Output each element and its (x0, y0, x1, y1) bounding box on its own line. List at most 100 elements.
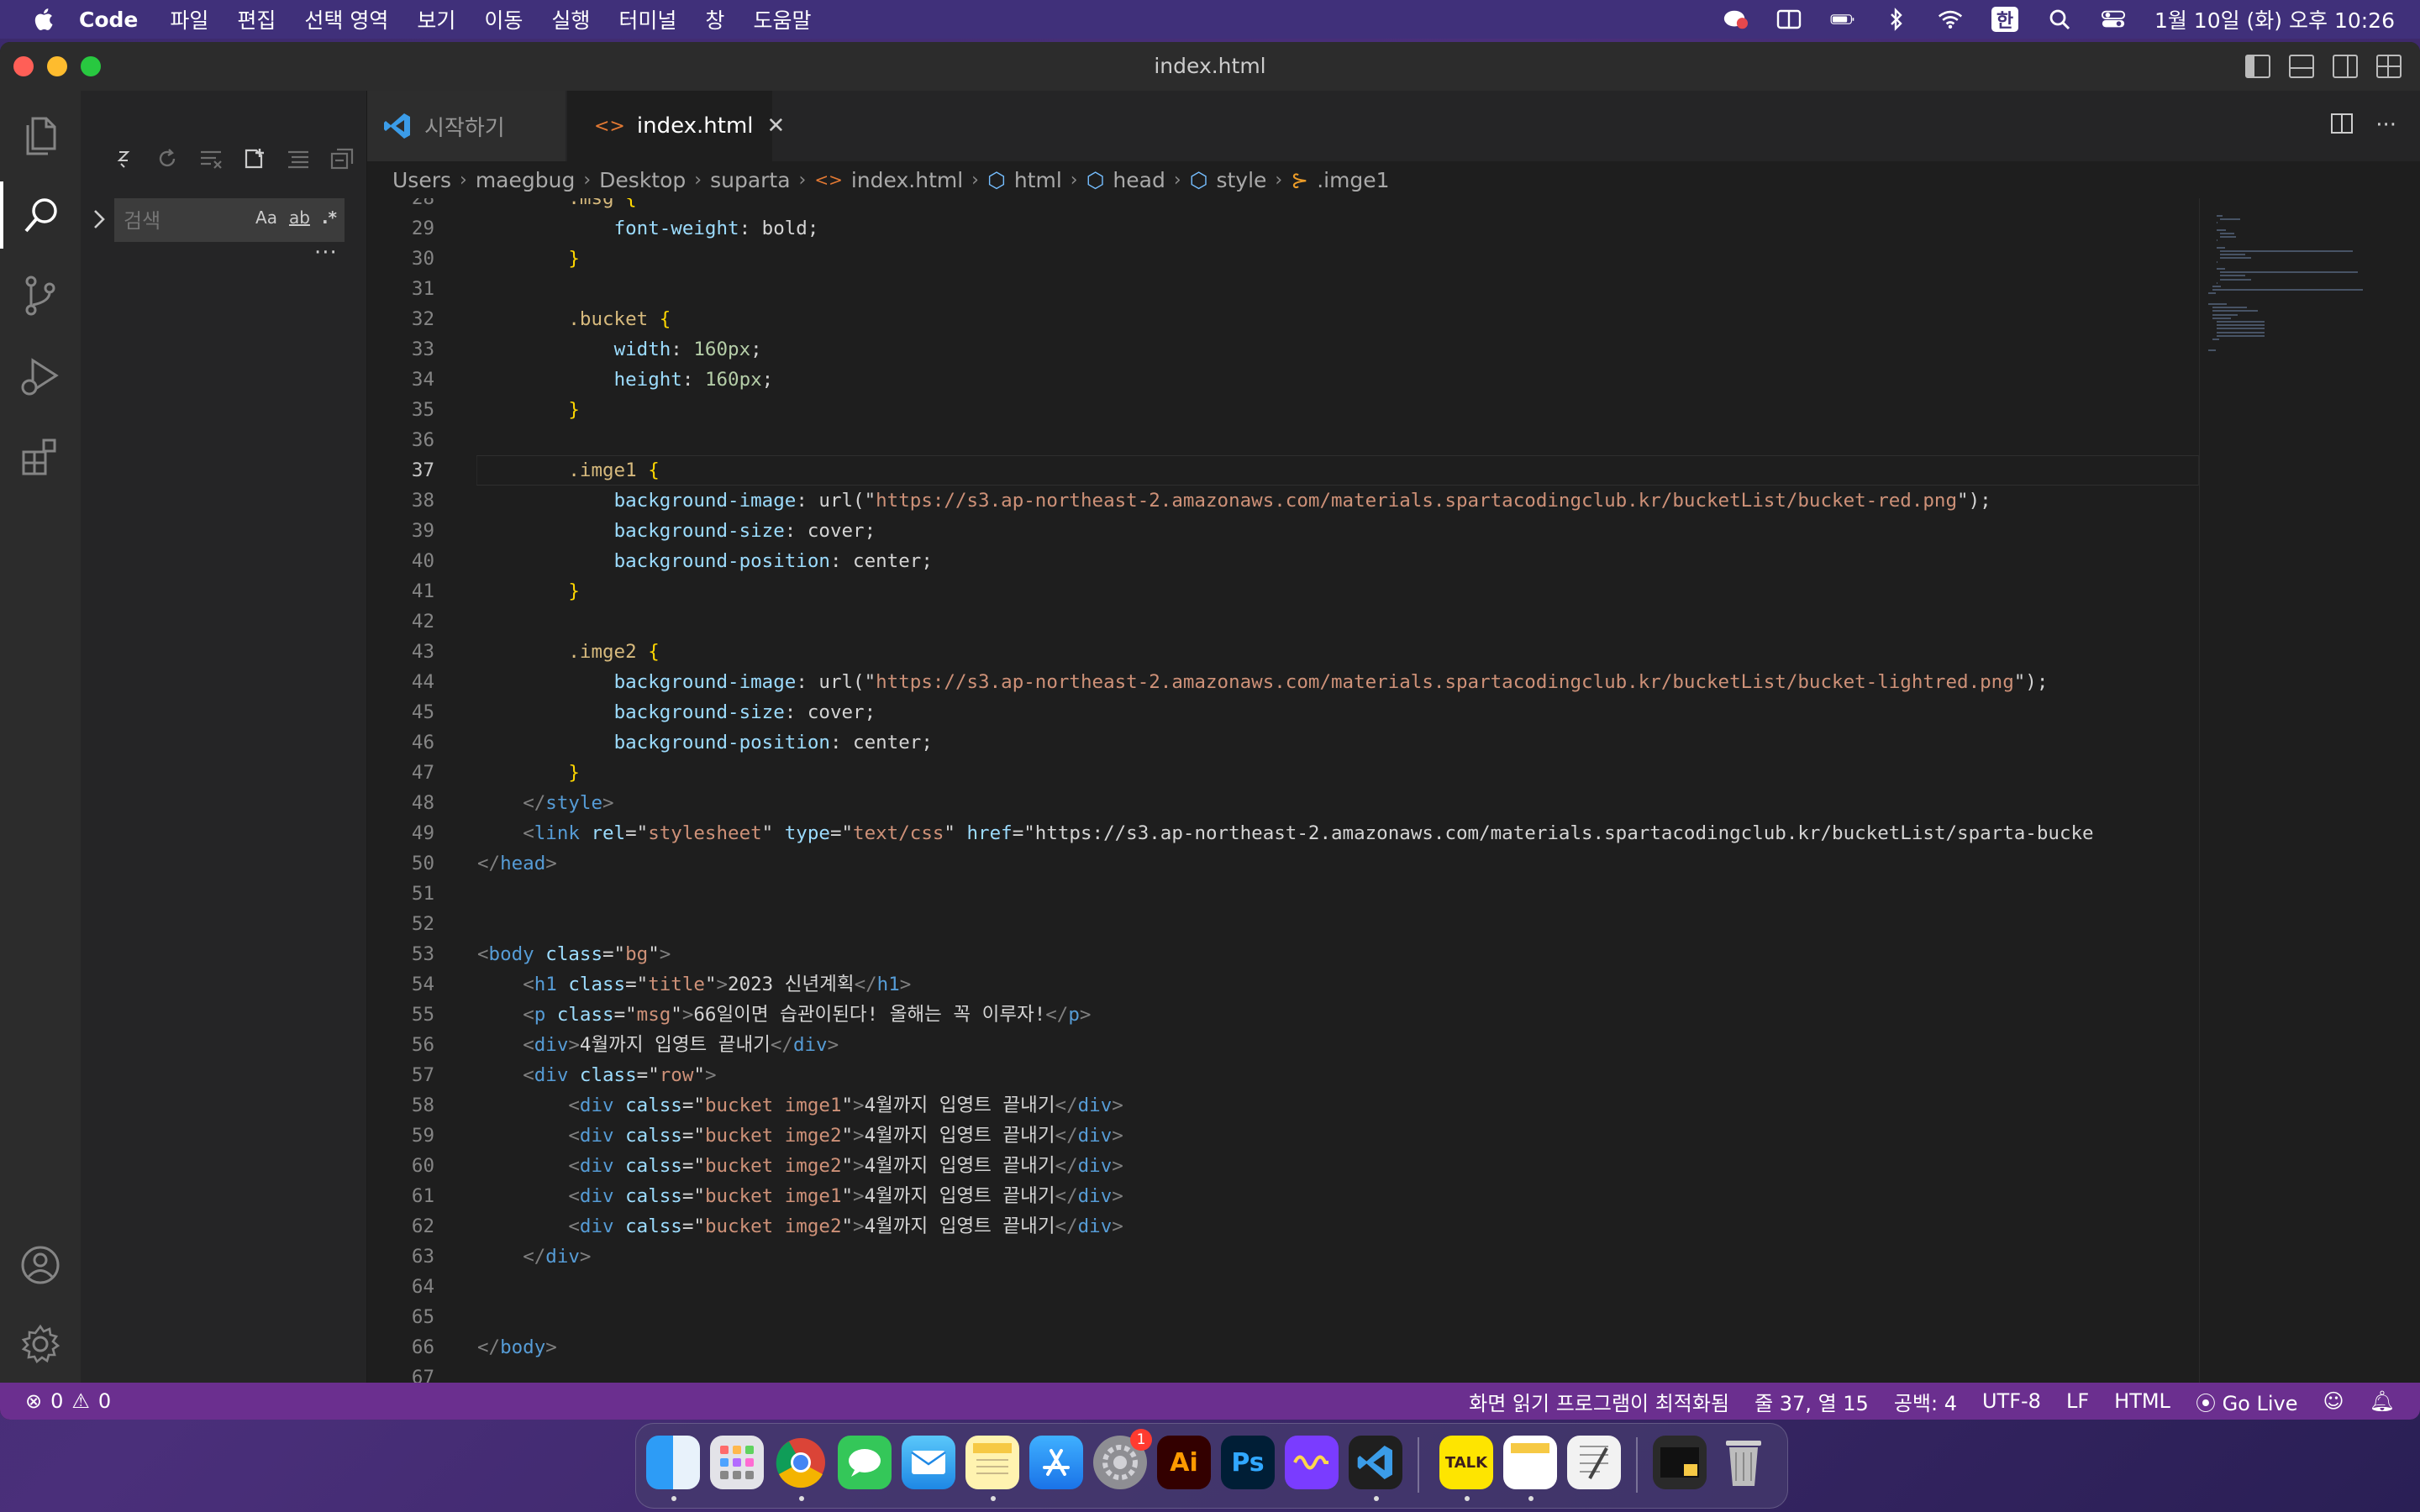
kakaotalk-icon[interactable]: TALK (1439, 1436, 1493, 1489)
close-tab-icon[interactable]: ✕ (767, 113, 786, 139)
breadcrumb-item[interactable]: head (1113, 168, 1165, 192)
split-editor-icon[interactable] (2330, 113, 2354, 140)
code-line[interactable]: 33 width: 160px; (367, 334, 2199, 365)
code-line[interactable]: 40 background-position: center; (367, 546, 2199, 576)
tab-index-html[interactable]: <> index.html ✕ (567, 91, 785, 161)
code-line[interactable]: 41 } (367, 576, 2199, 606)
display-icon[interactable] (1776, 8, 1802, 30)
vscode-dock-icon[interactable] (1349, 1436, 1402, 1489)
code-line[interactable]: 46 background-position: center; (367, 727, 2199, 758)
breadcrumb-item[interactable]: suparta (710, 168, 790, 192)
code-line[interactable]: 28 .msg { (367, 198, 2199, 213)
code-line[interactable]: 29 font-weight: bold; (367, 213, 2199, 244)
code-line[interactable]: 43 .imge2 { (367, 637, 2199, 667)
spotlight-search-icon[interactable] (2047, 8, 2072, 30)
menu-selection[interactable]: 선택 영역 (304, 4, 388, 34)
toggle-search-details-button[interactable]: ··· (314, 240, 338, 265)
code-line[interactable]: 38 background-image: url("https://s3.ap-… (367, 486, 2199, 516)
menu-window[interactable]: 창 (705, 4, 724, 34)
menu-file[interactable]: 파일 (170, 4, 208, 34)
language-mode[interactable]: HTML (2114, 1389, 2170, 1413)
code-line[interactable]: 36 (367, 425, 2199, 455)
breadcrumb-item[interactable]: html (1014, 168, 1062, 192)
code-line[interactable]: 48 </style> (367, 788, 2199, 818)
breadcrumb-item[interactable]: .imge1 (1317, 168, 1389, 192)
cursor-position[interactable]: 줄 37, 열 15 (1754, 1387, 1869, 1416)
code-editor[interactable]: 28 .msg {29 font-weight: bold; 30 } 31 32 .… (367, 198, 2199, 1408)
menu-edit[interactable]: 편집 (237, 4, 276, 34)
code-line[interactable]: 37 .imge1 { (367, 455, 2199, 486)
view-as-tree-icon[interactable] (286, 146, 311, 171)
code-line[interactable]: 39 background-size: cover; (367, 516, 2199, 546)
run-debug-icon[interactable] (0, 343, 81, 410)
menu-run[interactable]: 실행 (551, 4, 590, 34)
code-line[interactable]: 42 (367, 606, 2199, 637)
notes-icon[interactable] (965, 1436, 1019, 1489)
code-line[interactable]: 55 <p class="msg">66일이면 습관이된다! 올해는 꼭 이루자… (367, 1000, 2199, 1030)
breadcrumb-item[interactable]: Desktop (599, 168, 686, 192)
code-line[interactable]: 56 <div>4월까지 입영트 끝내기</div> (367, 1030, 2199, 1060)
explorer-icon[interactable] (0, 102, 81, 170)
code-line[interactable]: 30 } (367, 244, 2199, 274)
messages-icon[interactable] (838, 1436, 892, 1489)
code-line[interactable]: 32 .bucket { (367, 304, 2199, 334)
chrome-icon[interactable] (774, 1436, 828, 1489)
notifications-bell-icon[interactable]: 🔔︎ (2370, 1389, 2395, 1413)
collapse-all-icon[interactable] (329, 146, 355, 171)
warning-count[interactable]: 0 (98, 1389, 111, 1413)
chevron-right-icon[interactable] (91, 208, 108, 230)
indentation[interactable]: 공백: 4 (1894, 1387, 1957, 1416)
toggle-replace-icon[interactable] (111, 146, 136, 171)
memo-icon[interactable] (1503, 1436, 1557, 1489)
match-whole-word-toggle[interactable]: ab (289, 207, 310, 228)
settings-gear-icon[interactable] (0, 1310, 81, 1378)
system-preferences-icon[interactable]: 1 (1093, 1429, 1152, 1489)
code-line[interactable]: 60 <div calss="bucket imge2">4월까지 입영트 끝내… (367, 1151, 2199, 1181)
breadcrumb-item[interactable]: Users (392, 168, 451, 192)
audio-app-icon[interactable] (1285, 1436, 1339, 1489)
menu-view[interactable]: 보기 (417, 4, 455, 34)
finder-icon[interactable] (646, 1436, 700, 1489)
toggle-secondary-sidebar-icon[interactable] (2333, 55, 2358, 78)
code-line[interactable]: 57 <div class="row"> (367, 1060, 2199, 1090)
account-icon[interactable] (0, 1231, 81, 1299)
code-line[interactable]: 61 <div calss="bucket imge1">4월까지 입영트 끝내… (367, 1181, 2199, 1211)
search-icon[interactable] (0, 181, 81, 249)
breadcrumb-item[interactable]: index.html (851, 168, 963, 192)
code-line[interactable]: 31 (367, 274, 2199, 304)
feedback-icon[interactable]: ☺ (2323, 1389, 2344, 1413)
menu-app-name[interactable]: Code (79, 8, 138, 32)
toggle-panel-icon[interactable] (2289, 55, 2314, 78)
bluetooth-icon[interactable] (1884, 8, 1909, 31)
clear-results-icon[interactable] (198, 146, 224, 171)
illustrator-icon[interactable]: Ai (1157, 1436, 1211, 1489)
code-line[interactable]: 47 } (367, 758, 2199, 788)
code-line[interactable]: 65 (367, 1302, 2199, 1332)
code-line[interactable]: 62 <div calss="bucket imge2">4월까지 입영트 끝내… (367, 1211, 2199, 1242)
new-search-editor-icon[interactable] (242, 146, 267, 171)
trash-icon[interactable] (1717, 1436, 1770, 1489)
control-center-icon[interactable] (2101, 8, 2126, 30)
more-actions-icon[interactable]: ··· (2375, 113, 2396, 140)
toggle-primary-sidebar-icon[interactable] (2245, 55, 2270, 78)
code-line[interactable]: 64 (367, 1272, 2199, 1302)
code-line[interactable]: 54 <h1 class="title">2023 신년계획</h1> (367, 969, 2199, 1000)
code-line[interactable]: 49 <link rel="stylesheet" type="text/css… (367, 818, 2199, 848)
menu-go[interactable]: 이동 (484, 4, 523, 34)
code-line[interactable]: 50 </head> (367, 848, 2199, 879)
code-line[interactable]: 34 height: 160px; (367, 365, 2199, 395)
use-regex-toggle[interactable]: .* (322, 207, 337, 228)
code-line[interactable]: 35 } (367, 395, 2199, 425)
menu-help[interactable]: 도움말 (753, 4, 811, 34)
go-live-button[interactable]: ⦿ Go Live (2196, 1387, 2298, 1416)
source-control-icon[interactable] (0, 262, 81, 329)
battery-icon[interactable] (1830, 8, 1855, 30)
code-line[interactable]: 63 </div> (367, 1242, 2199, 1272)
customize-layout-icon[interactable] (2376, 55, 2402, 78)
code-line[interactable]: 59 <div calss="bucket imge2">4월까지 입영트 끝내… (367, 1121, 2199, 1151)
code-line[interactable]: 51 (367, 879, 2199, 909)
screen-reader-status[interactable]: 화면 읽기 프로그램이 최적화됨 (1469, 1387, 1729, 1416)
code-line[interactable]: 45 background-size: cover; (367, 697, 2199, 727)
textedit-icon[interactable] (1567, 1436, 1621, 1489)
breadcrumb-item[interactable]: maegbug (476, 168, 576, 192)
